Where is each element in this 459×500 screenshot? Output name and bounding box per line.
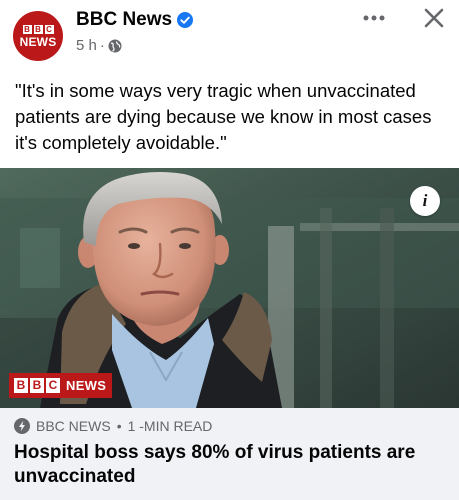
logo-word: NEWS	[66, 378, 107, 393]
avatar-block: B	[22, 24, 32, 34]
logo-block: C	[46, 378, 60, 393]
meta-separator: ·	[99, 37, 105, 54]
avatar-block: B	[33, 24, 43, 34]
link-separator: •	[116, 418, 122, 434]
post-time[interactable]: 5 h	[76, 37, 97, 54]
amp-lightning-icon	[14, 418, 30, 434]
logo-block: B	[30, 378, 44, 393]
avatar-logo-blocks: B B C	[22, 24, 54, 34]
link-meta: BBC NEWS • 1 -MIN READ	[14, 418, 212, 434]
info-icon[interactable]: i	[410, 186, 440, 216]
link-headline[interactable]: Hospital boss says 80% of virus patients…	[14, 441, 444, 489]
bbc-news-logo: B B C NEWS	[9, 373, 113, 398]
close-icon[interactable]	[422, 6, 446, 30]
logo-block: B	[14, 378, 28, 393]
page-avatar[interactable]: B B C NEWS	[13, 11, 63, 61]
page-name-label: BBC News	[76, 9, 173, 30]
info-icon-glyph: i	[422, 191, 428, 210]
globe-icon	[108, 39, 122, 52]
link-source: BBC NEWS	[36, 418, 111, 434]
avatar-word: NEWS	[19, 34, 57, 49]
man-portrait-illustration	[0, 168, 459, 408]
page-name[interactable]: BBC News	[76, 9, 194, 31]
post-image[interactable]	[0, 168, 459, 408]
avatar-block: C	[44, 24, 54, 34]
post-header: B B C NEWS BBC News 5 h ·	[0, 0, 459, 70]
more-options-icon[interactable]	[360, 8, 388, 28]
post-text: "It's in some ways very tragic when unva…	[15, 80, 432, 153]
link-read-time: 1 -MIN READ	[127, 418, 213, 434]
verified-badge-icon	[177, 12, 194, 28]
post-meta: 5 h ·	[76, 37, 122, 54]
